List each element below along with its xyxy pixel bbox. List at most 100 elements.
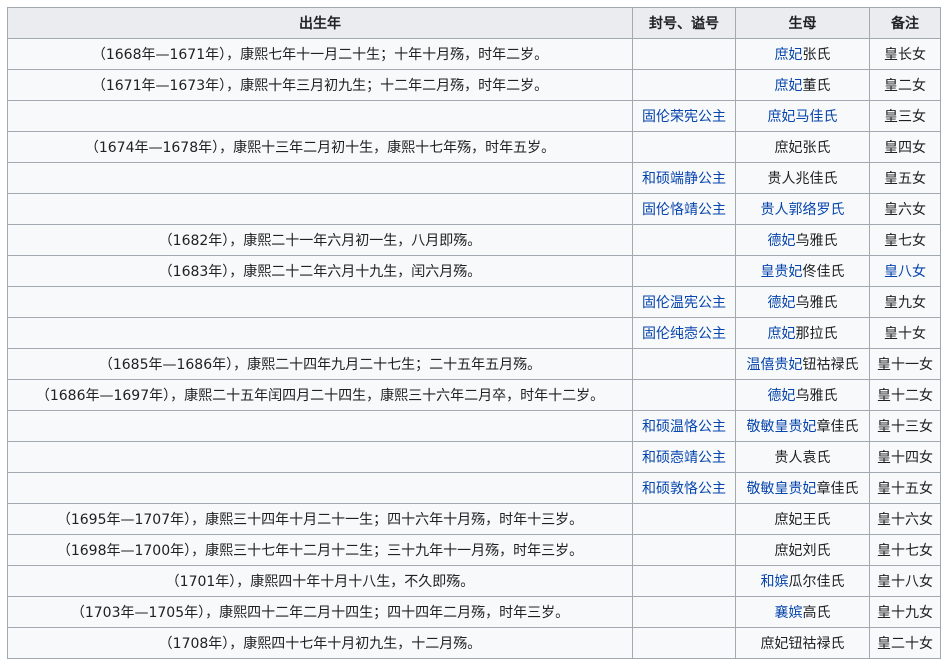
cell-note[interactable]: 皇八女 bbox=[869, 255, 941, 287]
cell-note: 皇十三女 bbox=[869, 410, 941, 442]
mother-link[interactable]: 襄嫔 bbox=[775, 605, 803, 621]
mother-link[interactable]: 德妃 bbox=[768, 388, 796, 404]
table-row: （1708年），康熙四十七年十月初九生，十二月殇。 庶妃钮祜禄氏 皇二十女 bbox=[7, 627, 941, 659]
cell-mother: 贵人郭络罗氏 bbox=[735, 193, 870, 225]
table-row: 固伦恪靖公主 贵人郭络罗氏 皇六女 bbox=[7, 193, 941, 225]
cell-note: 皇十五女 bbox=[869, 472, 941, 504]
cell-title[interactable]: 固伦恪靖公主 bbox=[632, 193, 736, 225]
cell-title bbox=[632, 565, 736, 597]
cell-title bbox=[632, 255, 736, 287]
mother-name: 贵人袁氏 bbox=[774, 450, 831, 466]
cell-birth: （1685年—1686年），康熙二十四年九月二十七生；二十五年五月殇。 bbox=[7, 348, 633, 380]
mother-name: 张氏 bbox=[802, 47, 831, 63]
header-row: 出生年 封号、谥号 生母 备注 bbox=[7, 7, 941, 39]
table-row: 和硕敦恪公主 敬敏皇贵妃章佳氏 皇十五女 bbox=[7, 472, 941, 504]
cell-mother: 贵人兆佳氏 bbox=[735, 162, 870, 194]
table-row: 和硕悫靖公主 贵人袁氏 皇十四女 bbox=[7, 441, 941, 473]
header-mother[interactable]: 生母 bbox=[735, 7, 870, 39]
cell-note: 皇长女 bbox=[869, 38, 941, 70]
cell-title[interactable]: 和硕悫靖公主 bbox=[632, 441, 736, 473]
cell-birth bbox=[7, 317, 633, 349]
cell-title bbox=[632, 503, 736, 535]
cell-birth: （1682年），康熙二十一年六月初一生，八月即殇。 bbox=[7, 224, 633, 256]
cell-note: 皇二女 bbox=[869, 69, 941, 101]
cell-note: 皇七女 bbox=[869, 224, 941, 256]
cell-note: 皇十七女 bbox=[869, 534, 941, 566]
cell-note: 皇十女 bbox=[869, 317, 941, 349]
cell-birth: （1695年—1707年），康熙三十四年十月二十一生；四十六年十月殇，时年十三岁… bbox=[7, 503, 633, 535]
table-row: 固伦纯悫公主 庶妃那拉氏 皇十女 bbox=[7, 317, 941, 349]
cell-title bbox=[632, 596, 736, 628]
cell-title[interactable]: 固伦纯悫公主 bbox=[632, 317, 736, 349]
table-row: （1682年），康熙二十一年六月初一生，八月即殇。 德妃乌雅氏 皇七女 bbox=[7, 224, 941, 256]
table-row: 固伦荣宪公主 庶妃马佳氏 皇三女 bbox=[7, 100, 941, 132]
cell-title[interactable]: 和硕敦恪公主 bbox=[632, 472, 736, 504]
cell-birth: （1674年—1678年），康熙十三年二月初十生，康熙十七年殇，时年五岁。 bbox=[7, 131, 633, 163]
cell-note: 皇十四女 bbox=[869, 441, 941, 473]
cell-mother: 庶妃董氏 bbox=[735, 69, 870, 101]
mother-name: 庶妃张氏 bbox=[774, 140, 831, 156]
header-title[interactable]: 封号、谥号 bbox=[632, 7, 736, 39]
cell-mother: 德妃乌雅氏 bbox=[735, 379, 870, 411]
mother-link[interactable]: 和嫔 bbox=[761, 574, 789, 590]
mother-name: 庶妃刘氏 bbox=[774, 543, 831, 559]
mother-link[interactable]: 德妃 bbox=[768, 295, 796, 311]
cell-birth bbox=[7, 441, 633, 473]
cell-birth: （1701年），康熙四十年十月十八生，不久即殇。 bbox=[7, 565, 633, 597]
header-birth[interactable]: 出生年 bbox=[7, 7, 633, 39]
cell-note: 皇十二女 bbox=[869, 379, 941, 411]
table-row: （1683年），康熙二十二年六月十九生，闰六月殇。 皇贵妃佟佳氏 皇八女 bbox=[7, 255, 941, 287]
mother-name: 董氏 bbox=[802, 78, 831, 94]
mother-name: 庶妃钮祜禄氏 bbox=[760, 636, 845, 652]
cell-birth bbox=[7, 472, 633, 504]
cell-mother: 温僖贵妃钮祜禄氏 bbox=[735, 348, 870, 380]
cell-birth: （1668年—1671年），康熙七年十一月二十生；十年十月殇，时年二岁。 bbox=[7, 38, 633, 70]
mother-name: 贵人兆佳氏 bbox=[767, 171, 838, 187]
table-row: （1695年—1707年），康熙三十四年十月二十一生；四十六年十月殇，时年十三岁… bbox=[7, 503, 941, 535]
table-row: 和硕温恪公主 敬敏皇贵妃章佳氏 皇十三女 bbox=[7, 410, 941, 442]
cell-mother: 庶妃张氏 bbox=[735, 38, 870, 70]
cell-note: 皇九女 bbox=[869, 286, 941, 318]
mother-name: 章佳氏 bbox=[816, 481, 859, 497]
table-row: （1671年—1673年），康熙十年三月初九生；十二年二月殇，时年二岁。 庶妃董氏… bbox=[7, 69, 941, 101]
mother-link[interactable]: 温僖贵妃 bbox=[747, 357, 803, 373]
cell-mother: 德妃乌雅氏 bbox=[735, 224, 870, 256]
mother-link[interactable]: 敬敏皇贵妃 bbox=[747, 481, 817, 497]
cell-mother: 德妃乌雅氏 bbox=[735, 286, 870, 318]
cell-mother: 庶妃王氏 bbox=[735, 503, 870, 535]
mother-link[interactable]: 敬敏皇贵妃 bbox=[747, 419, 817, 435]
mother-link[interactable]: 皇贵妃 bbox=[761, 264, 803, 280]
cell-note: 皇十六女 bbox=[869, 503, 941, 535]
mother-link[interactable]: 庶妃马佳氏 bbox=[768, 109, 838, 125]
mother-name: 钮祜禄氏 bbox=[802, 357, 859, 373]
mother-link[interactable]: 庶妃 bbox=[775, 78, 803, 94]
cell-birth: （1686年—1697年），康熙二十五年闰四月二十四生，康熙三十六年二月卒，时年… bbox=[7, 379, 633, 411]
mother-name: 佟佳氏 bbox=[802, 264, 845, 280]
cell-note: 皇三女 bbox=[869, 100, 941, 132]
cell-mother: 敬敏皇贵妃章佳氏 bbox=[735, 472, 870, 504]
table-row: 和硕端静公主 贵人兆佳氏 皇五女 bbox=[7, 162, 941, 194]
mother-link[interactable]: 德妃 bbox=[768, 233, 796, 249]
cell-note: 皇四女 bbox=[869, 131, 941, 163]
cell-title[interactable]: 固伦温宪公主 bbox=[632, 286, 736, 318]
cell-title[interactable]: 和硕温恪公主 bbox=[632, 410, 736, 442]
cell-mother: 襄嫔高氏 bbox=[735, 596, 870, 628]
mother-link[interactable]: 庶妃 bbox=[768, 326, 796, 342]
cell-title bbox=[632, 379, 736, 411]
mother-name: 高氏 bbox=[802, 605, 831, 621]
cell-birth bbox=[7, 193, 633, 225]
mother-link[interactable]: 庶妃 bbox=[775, 47, 803, 63]
cell-mother: 庶妃张氏 bbox=[735, 131, 870, 163]
table-row: （1685年—1686年），康熙二十四年九月二十七生；二十五年五月殇。 温僖贵妃钮… bbox=[7, 348, 941, 380]
mother-link[interactable]: 贵人郭络罗氏 bbox=[761, 202, 845, 218]
cell-note: 皇十八女 bbox=[869, 565, 941, 597]
cell-title bbox=[632, 348, 736, 380]
mother-name: 庶妃王氏 bbox=[774, 512, 831, 528]
table-row: （1698年—1700年），康熙三十七年十二月十二生；三十九年十一月殇，时年三岁… bbox=[7, 534, 941, 566]
cell-note: 皇十九女 bbox=[869, 596, 941, 628]
cell-mother: 和嫔瓜尔佳氏 bbox=[735, 565, 870, 597]
cell-birth bbox=[7, 162, 633, 194]
header-note[interactable]: 备注 bbox=[869, 7, 941, 39]
cell-title[interactable]: 固伦荣宪公主 bbox=[632, 100, 736, 132]
cell-title[interactable]: 和硕端静公主 bbox=[632, 162, 736, 194]
